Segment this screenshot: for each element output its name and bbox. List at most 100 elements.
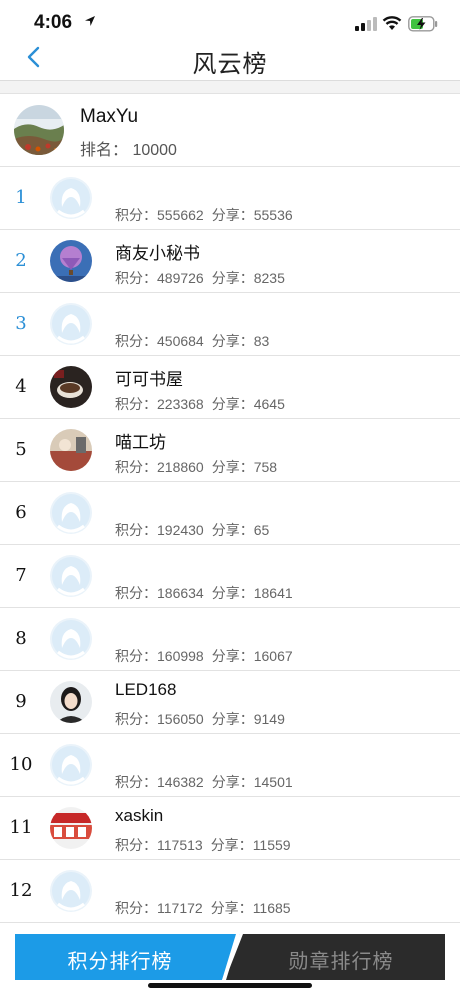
navigation-bar: 风云榜 [0,44,460,81]
ranking-tabs: 积分排行榜 勋章排行榜 [15,934,445,980]
status-time: 4:06 [34,12,73,33]
avatar[interactable] [50,429,92,471]
score-share-text: 积分：555662 分享：55536 [115,205,293,225]
rank-number: 5 [15,439,27,460]
rank-number: 4 [15,376,27,397]
ranking-row[interactable]: 6 积分：192430 分享：65 [0,482,460,545]
section-divider [0,81,460,94]
share-value: 55536 [253,207,293,223]
score-value: 160998 [157,648,204,664]
rank-number: 10 [9,754,33,775]
score-share-text: 积分：160998 分享：16067 [115,646,293,666]
avatar[interactable] [14,105,64,155]
score-value: 156050 [157,711,204,727]
ranking-row[interactable]: 9 LED168 积分：156050 分享：9149 [0,671,460,734]
my-rank-text: 排名： 10000 [80,142,177,159]
ranking-list: 1 积分：555662 分享：55536 2 商友小秘书 积分：489726 分享：8235… [0,167,460,923]
battery-charging-icon [408,16,438,32]
score-share-text: 积分：156050 分享：9149 [115,709,285,729]
ranking-row[interactable]: 12 积分：117172 分享：11685 [0,860,460,923]
share-label: 分享： [211,207,254,223]
rank-number: 2 [15,250,27,271]
score-label: 积分： [115,333,157,349]
home-indicator [148,983,312,988]
ranking-row[interactable]: 10 积分：146382 分享：14501 [0,734,460,797]
share-value: 4645 [253,396,285,412]
share-value: 14501 [253,774,293,790]
score-share-text: 积分：218860 分享：758 [115,457,277,477]
ranking-row[interactable]: 11 xaskin 积分：117513 分享：11559 [0,797,460,860]
ranking-row[interactable]: 8 积分：160998 分享：16067 [0,608,460,671]
username: 喵工坊 [115,433,166,452]
avatar[interactable] [50,366,92,408]
share-label: 分享： [211,333,254,349]
rank-number: 8 [15,628,27,649]
score-label: 积分： [115,396,157,412]
ranking-row[interactable]: 7 积分：186634 分享：18641 [0,545,460,608]
score-share-text: 积分：186634 分享：18641 [115,583,293,603]
score-value: 223368 [157,396,204,412]
avatar[interactable] [50,240,92,282]
score-share-text: 积分：117513 分享：11559 [115,835,291,855]
ranking-row[interactable]: 2 商友小秘书 积分：489726 分享：8235 [0,230,460,293]
score-share-text: 积分：450684 分享：83 [115,331,269,351]
avatar[interactable] [50,618,92,660]
username: LED168 [115,680,177,699]
avatar[interactable] [50,807,92,849]
share-label: 分享： [211,270,254,286]
cellular-signal-icon [355,17,377,31]
tab-medal-ranking-label: 勋章排行榜 [288,951,394,973]
avatar[interactable] [50,744,92,786]
score-value: 218860 [157,459,204,475]
share-value: 11559 [252,837,291,853]
rank-number: 1 [15,187,27,208]
my-username: MaxYu [80,106,139,127]
ranking-row[interactable]: 1 积分：555662 分享：55536 [0,167,460,230]
score-label: 积分： [115,270,157,286]
avatar[interactable] [50,870,92,912]
share-label: 分享： [211,522,254,538]
avatar[interactable] [50,681,92,723]
ranking-row[interactable]: 5 喵工坊 积分：218860 分享：758 [0,419,460,482]
rank-number: 3 [15,313,27,334]
share-value: 18641 [253,585,293,601]
rank-number: 7 [15,565,27,586]
score-label: 积分： [115,648,157,664]
username: xaskin [115,806,164,825]
tab-score-ranking-label: 积分排行榜 [67,951,173,973]
share-label: 分享： [211,396,254,412]
share-label: 分享： [210,837,253,853]
score-value: 117172 [157,900,203,916]
rank-number: 9 [15,691,27,712]
share-value: 83 [253,333,270,349]
wifi-icon [382,16,402,30]
avatar[interactable] [50,177,92,219]
share-value: 65 [253,522,270,538]
score-share-text: 积分：192430 分享：65 [115,520,269,540]
share-label: 分享： [210,900,253,916]
share-label: 分享： [211,648,254,664]
score-value: 117513 [157,837,203,853]
rank-number: 12 [9,880,33,901]
page-title: 风云榜 [192,51,268,78]
share-value: 9149 [253,711,285,727]
avatar[interactable] [50,555,92,597]
share-value: 8235 [253,270,285,286]
avatar[interactable] [50,303,92,345]
score-value: 186634 [157,585,204,601]
share-value: 758 [253,459,278,475]
score-value: 555662 [157,207,204,223]
avatar[interactable] [50,492,92,534]
score-share-text: 积分：146382 分享：14501 [115,772,293,792]
share-label: 分享： [211,459,254,475]
score-label: 积分： [115,207,157,223]
score-share-text: 积分：489726 分享：8235 [115,268,285,288]
share-label: 分享： [211,585,254,601]
score-value: 192430 [157,522,204,538]
ranking-row[interactable]: 3 积分：450684 分享：83 [0,293,460,356]
score-share-text: 积分：117172 分享：11685 [115,898,291,918]
ranking-row[interactable]: 4 可可书屋 积分：223368 分享：4645 [0,356,460,419]
my-rank-card: MaxYu 排名： 10000 [0,94,460,167]
score-label: 积分： [115,711,157,727]
score-label: 积分： [115,585,157,601]
